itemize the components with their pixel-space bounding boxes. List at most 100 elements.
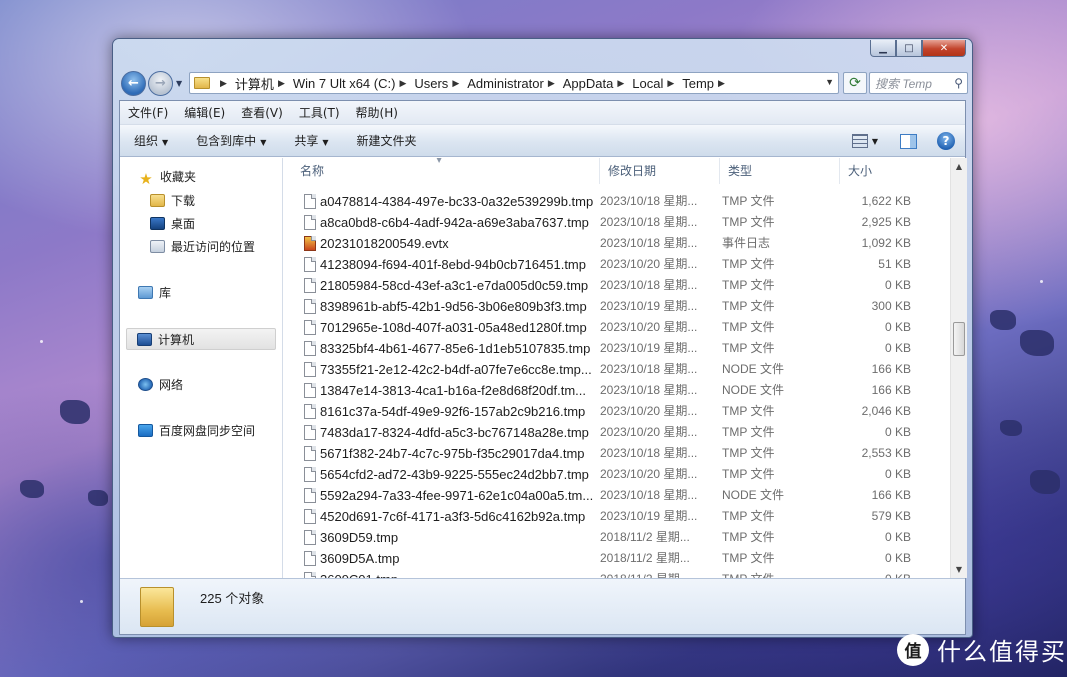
menu-file[interactable]: 文件(F) (128, 104, 168, 121)
file-row[interactable]: 7483da17-8324-4dfd-a5c3-bc767148a28e.tmp… (284, 422, 949, 443)
menu-view[interactable]: 查看(V) (241, 104, 283, 121)
file-row[interactable]: 5671f382-24b7-4c7c-975b-f35c29017da4.tmp… (284, 443, 949, 464)
breadcrumb-separator[interactable]: ▶ (399, 78, 406, 89)
refresh-button[interactable]: ⟳ (843, 72, 867, 94)
file-date: 2023/10/18 星期... (600, 278, 698, 292)
menu-bar: 文件(F) 编辑(E) 查看(V) 工具(T) 帮助(H) (120, 101, 965, 125)
breadcrumb-local[interactable]: Local (632, 76, 663, 91)
close-button[interactable]: ✕ (922, 40, 966, 57)
file-size: 166 KB (871, 362, 911, 376)
minimize-button[interactable]: ▁ (870, 40, 896, 57)
file-type: TMP 文件 (722, 320, 775, 334)
recent-pages-dropdown[interactable]: ▼ (176, 79, 182, 88)
file-row[interactable]: 83325bf4-4b61-4677-85e6-1d1eb5107835.tmp… (284, 338, 949, 359)
file-date: 2023/10/18 星期... (600, 488, 698, 502)
breadcrumb-computer[interactable]: 计算机 (235, 74, 274, 93)
back-button[interactable]: ← (121, 71, 146, 96)
breadcrumb-appdata[interactable]: AppData (563, 76, 614, 91)
file-row[interactable]: 13847e14-3813-4ca1-b16a-f2e8d68f20df.tm.… (284, 380, 949, 401)
nav-favorites[interactable]: ★ 收藏夹 (138, 168, 196, 188)
file-row[interactable]: 21805984-58cd-43ef-a3c1-e7da005d0c59.tmp… (284, 275, 949, 296)
command-bar: 组织 ▼ 包含到库中 ▼ 共享 ▼ 新建文件夹 ▼ ? (120, 125, 965, 157)
file-icon (304, 530, 316, 545)
file-row[interactable]: 41238094-f694-401f-8ebd-94b0cb716451.tmp… (284, 254, 949, 275)
file-size: 0 KB (884, 341, 911, 355)
file-size: 0 KB (884, 530, 911, 544)
vertical-scrollbar[interactable]: ▲ ▼ (950, 158, 967, 578)
breadcrumb-separator[interactable]: ▶ (718, 78, 725, 89)
nav-downloads[interactable]: 下载 (150, 192, 195, 209)
nav-computer[interactable]: 计算机 (126, 328, 276, 350)
file-row[interactable]: 3609C01.tmp2018/11/2 星期... TMP 文件 0 KB (284, 569, 949, 578)
search-input[interactable]: 搜索 Temp ⚲ (869, 72, 968, 94)
file-type: TMP 文件 (722, 299, 775, 313)
nav-libraries[interactable]: 库 (138, 284, 171, 301)
file-row[interactable]: 8161c37a-54df-49e9-92f6-157ab2c9b216.tmp… (284, 401, 949, 422)
address-bar[interactable]: ▶ 计算机 ▶ Win 7 Ult x64 (C:) ▶ Users ▶ Adm… (189, 72, 839, 94)
maximize-button[interactable]: □ (896, 40, 922, 57)
breadcrumb-administrator[interactable]: Administrator (467, 76, 544, 91)
chevron-down-icon: ▼ (260, 138, 267, 147)
file-name: 21805984-58cd-43ef-a3c1-e7da005d0c59.tmp (320, 278, 589, 293)
watermark-logo: 值 (897, 633, 929, 666)
breadcrumb-separator[interactable]: ▶ (278, 78, 285, 89)
folder-icon (194, 77, 210, 89)
file-row[interactable]: 73355f21-2e12-42c2-b4df-a07fe7e6cc8e.tmp… (284, 359, 949, 380)
breadcrumb-separator[interactable]: ▶ (617, 78, 624, 89)
file-size: 2,553 KB (861, 446, 911, 460)
breadcrumb-separator[interactable]: ▶ (548, 78, 555, 89)
breadcrumb-drive-c[interactable]: Win 7 Ult x64 (C:) (293, 76, 396, 91)
file-row[interactable]: 5654cfd2-ad72-43b9-9225-555ec24d2bb7.tmp… (284, 464, 949, 485)
nav-baidu-sync[interactable]: 百度网盘同步空间 (138, 422, 255, 439)
file-icon (304, 278, 316, 293)
file-row[interactable]: a8ca0bd8-c6b4-4adf-942a-a69e3aba7637.tmp… (284, 212, 949, 233)
file-type: TMP 文件 (722, 194, 775, 208)
column-header-type[interactable]: 类型 (720, 158, 840, 184)
breadcrumb-separator[interactable]: ▶ (220, 78, 227, 89)
file-row[interactable]: 5592a294-7a33-4fee-9971-62e1c04a00a5.tm.… (284, 485, 949, 506)
file-row[interactable]: 8398961b-abf5-42b1-9d56-3b06e809b3f3.tmp… (284, 296, 949, 317)
column-header-size[interactable]: 大小 (840, 158, 920, 184)
file-size: 51 KB (878, 257, 911, 271)
forward-button[interactable]: → (148, 71, 173, 96)
downloads-folder-icon (150, 194, 165, 207)
file-date: 2023/10/18 星期... (600, 446, 698, 460)
include-in-library-button[interactable]: 包含到库中 ▼ (196, 132, 266, 149)
menu-edit[interactable]: 编辑(E) (184, 104, 225, 121)
search-icon[interactable]: ⚲ (954, 76, 963, 90)
menu-help[interactable]: 帮助(H) (356, 104, 398, 121)
nav-recent-places[interactable]: 最近访问的位置 (150, 238, 255, 255)
file-row[interactable]: 20231018200549.evtx 2023/10/18 星期... 事件日志 1… (284, 233, 949, 254)
file-icon (304, 257, 316, 272)
file-row[interactable]: 7012965e-108d-407f-a031-05a48ed1280f.tmp… (284, 317, 949, 338)
nav-network[interactable]: 网络 (138, 376, 183, 393)
preview-pane-icon[interactable] (900, 133, 917, 149)
organize-button[interactable]: 组织 ▼ (134, 132, 168, 149)
breadcrumb-temp[interactable]: Temp (682, 76, 714, 91)
breadcrumb-users[interactable]: Users (414, 76, 448, 91)
background-rock (990, 310, 1016, 330)
file-name: 5592a294-7a33-4fee-9971-62e1c04a00a5.tm.… (320, 488, 594, 503)
menu-tools[interactable]: 工具(T) (299, 104, 340, 121)
scroll-down-arrow[interactable]: ▼ (951, 561, 967, 578)
view-details-icon[interactable] (851, 134, 868, 148)
scroll-up-arrow[interactable]: ▲ (951, 158, 967, 175)
file-row[interactable]: 3609D59.tmp 2018/11/2 星期... TMP 文件 0 KB (284, 527, 949, 548)
column-header-date[interactable]: 修改日期 (600, 158, 720, 184)
breadcrumb-separator[interactable]: ▶ (452, 78, 459, 89)
column-header-name[interactable]: 名称 (292, 158, 600, 184)
file-icon (304, 488, 316, 503)
nav-desktop[interactable]: 桌面 (150, 215, 195, 232)
file-row[interactable]: 4520d691-7c6f-4171-a3f3-5d6c4162b92a.tmp… (284, 506, 949, 527)
file-row[interactable]: 3609D5A.tmp 2018/11/2 星期... TMP 文件 0 KB (284, 548, 949, 569)
file-icon (304, 362, 316, 377)
address-history-dropdown[interactable]: ▼ (825, 77, 834, 87)
file-row[interactable]: a0478814-4384-497e-bc33-0a32e539299b.tmp… (284, 191, 949, 212)
help-icon[interactable]: ? (937, 132, 955, 150)
refresh-icon: ⟳ (849, 75, 861, 91)
breadcrumb-separator[interactable]: ▶ (667, 78, 674, 89)
view-options-dropdown[interactable]: ▼ (872, 137, 878, 146)
share-button[interactable]: 共享 ▼ (294, 132, 328, 149)
new-folder-button[interactable]: 新建文件夹 (357, 132, 417, 149)
scrollbar-thumb[interactable] (953, 322, 965, 356)
